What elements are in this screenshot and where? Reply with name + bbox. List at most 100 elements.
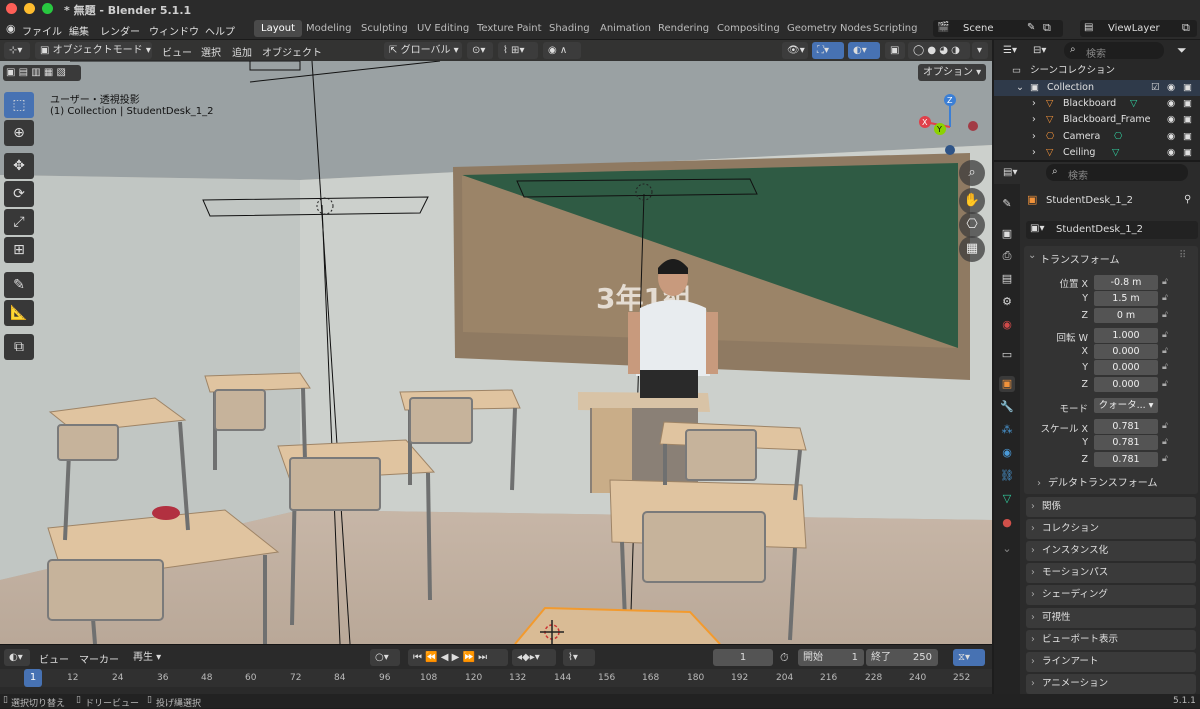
timeline-menu-view[interactable]: ビュー [39, 651, 69, 666]
location-z-field[interactable]: 0 m [1094, 308, 1158, 323]
pivot-button[interactable]: ⊙▾ [467, 42, 493, 59]
tab-layout[interactable]: Layout [254, 20, 302, 37]
rotate-tool-button[interactable]: ⟳ [4, 181, 34, 207]
orientation-selector[interactable]: ⇱ グローバル ▾ [384, 42, 462, 59]
tab-uv-editing[interactable]: UV Editing [410, 20, 476, 37]
view-layer-tab-icon[interactable]: ▤ [999, 271, 1015, 287]
menu-window[interactable]: ウィンドウ [149, 23, 199, 38]
outliner-item-blackboard-frame[interactable]: › ▽ Blackboard_Frame ◉ ▣ [994, 112, 1200, 128]
panel-viewport-display[interactable]: › ビューポート表示 [1026, 630, 1196, 650]
panel-line-art[interactable]: › ラインアート [1026, 652, 1196, 672]
eye-icon[interactable]: ◉ [1167, 145, 1175, 161]
render-tab-icon[interactable]: ▣ [999, 226, 1015, 242]
camera-render-icon[interactable]: ▣ [1183, 112, 1192, 128]
panel-motion-paths[interactable]: › モーションパス [1026, 563, 1196, 583]
material-tab-icon[interactable]: ● [999, 515, 1015, 531]
transform-tool-button[interactable]: ⊞ [4, 237, 34, 263]
camera-render-icon[interactable]: ▣ [1183, 145, 1192, 161]
menu-select[interactable]: 選択 [201, 44, 221, 59]
proportional-edit-button[interactable]: ◉ ∧ [543, 42, 581, 59]
filter-icon[interactable]: ⏷ [1177, 43, 1187, 58]
rotation-w-field[interactable]: 1.000 [1094, 328, 1158, 343]
expand-chevron-icon[interactable]: ⌄ [1016, 80, 1024, 96]
more-tabs-icon[interactable]: ⌄ [999, 541, 1015, 557]
blender-logo-icon[interactable]: ◉ [6, 22, 16, 35]
classroom-scene[interactable]: 3年1組 [0, 40, 992, 644]
close-window-button[interactable] [6, 3, 17, 14]
tab-modeling[interactable]: Modeling [299, 20, 359, 37]
scene-collection-row[interactable]: ▭ シーンコレクション [994, 63, 1200, 79]
tool-tab-icon[interactable]: ✎ [999, 196, 1015, 212]
menu-view[interactable]: ビュー [162, 44, 192, 59]
object-tab-icon[interactable]: ▣ [999, 376, 1015, 392]
location-y-field[interactable]: 1.5 m [1094, 291, 1158, 306]
scale-z-field[interactable]: 0.781 [1094, 452, 1158, 467]
eye-icon[interactable]: ◉ [1167, 96, 1175, 112]
camera-render-icon[interactable]: ▣ [1183, 96, 1192, 112]
tab-compositing[interactable]: Compositing [710, 20, 787, 37]
record-button[interactable]: ○▾ [370, 649, 400, 666]
shading-dropdown[interactable]: ▾ [972, 42, 988, 59]
navigation-gizmo[interactable]: Z X Y [915, 92, 985, 162]
expand-chevron-icon[interactable]: › [1032, 145, 1036, 161]
eye-icon[interactable]: ◉ [1167, 80, 1175, 96]
keyframe-controls[interactable]: ◂◆▸▾ [512, 649, 556, 666]
panel-shading[interactable]: › シェーディング [1026, 585, 1196, 605]
lock-icon[interactable]: 🔓︎ [1162, 330, 1168, 340]
overlay-button[interactable]: ◐▾ [848, 42, 880, 59]
delta-transform-subpanel[interactable]: › デルタトランスフォーム [1034, 475, 1194, 493]
tab-texture-paint[interactable]: Texture Paint [470, 20, 549, 37]
options-button[interactable]: オプション ▾ [918, 64, 986, 81]
menu-render[interactable]: レンダー [100, 23, 140, 38]
lock-icon[interactable]: 🔓︎ [1162, 346, 1168, 356]
scale-tool-button[interactable]: ⤢ [4, 209, 34, 235]
gizmo-button[interactable]: ⛶▾ [812, 42, 844, 59]
data-tab-icon[interactable]: ▽ [999, 491, 1015, 507]
select-tool-button[interactable]: ⬚ [4, 92, 34, 118]
rotation-x-field[interactable]: 0.000 [1094, 344, 1158, 359]
shading-modes[interactable]: ◯ ● ◕ ◑ [908, 42, 970, 59]
snap-timeline-button[interactable]: ⌇▾ [563, 649, 595, 666]
start-frame-field[interactable]: 開始 1 [798, 649, 864, 666]
maximize-window-button[interactable] [42, 3, 53, 14]
scene-selector[interactable]: 🎬 Scene ✎ ⧉ [933, 20, 1063, 37]
view-layer-selector[interactable]: ▤ ViewLayer ⧉ [1080, 20, 1197, 37]
scene-tab-icon[interactable]: ⚙ [999, 294, 1015, 310]
visibility-button[interactable]: 👁▾ [782, 42, 808, 59]
lock-icon[interactable]: 🔓︎ [1162, 277, 1168, 287]
properties-editor-type[interactable]: ▤▾ [998, 164, 1028, 181]
collection-row[interactable]: ⌄ ▣ Collection ☑ ◉ ▣ [994, 80, 1200, 96]
outliner-editor-type[interactable]: ☰▾ [998, 42, 1024, 59]
transport-controls[interactable]: ⏮ ⏪ ◀ ▶ ⏩ ⏭ [408, 649, 508, 666]
lock-icon[interactable]: 🔓︎ [1162, 454, 1168, 464]
new-view-layer-icon[interactable]: ⧉ [1182, 21, 1190, 35]
collection-tab-icon[interactable]: ▭ [999, 347, 1015, 363]
scale-y-field[interactable]: 0.781 [1094, 435, 1158, 450]
properties-search[interactable]: ⌕ 検索 [1046, 164, 1188, 182]
tab-scripting[interactable]: Scripting [866, 20, 924, 37]
current-frame-field[interactable]: 1 [713, 649, 773, 666]
tab-rendering[interactable]: Rendering [651, 20, 716, 37]
timeline-editor-type[interactable]: ◐▾ [4, 649, 30, 666]
menu-add[interactable]: 追加 [232, 44, 252, 59]
minimize-window-button[interactable] [24, 3, 35, 14]
menu-edit[interactable]: 編集 [69, 23, 89, 38]
tab-sculpting[interactable]: Sculpting [354, 20, 415, 37]
snap-button[interactable]: ⌇ ⊞▾ [498, 42, 538, 59]
3d-viewport[interactable]: 3年1組 ⊹▾ ▣ オブジェクトモード ▾ ビュー 選択 追加 オブジェクト ⇱… [0, 40, 992, 644]
outliner-item-ceiling[interactable]: › ▽ Ceiling ▽ ◉ ▣ [994, 145, 1200, 161]
new-scene-icon[interactable]: ⧉ [1043, 21, 1051, 35]
camera-render-icon[interactable]: ▣ [1183, 129, 1192, 145]
panel-collections[interactable]: › コレクション [1026, 519, 1196, 539]
location-x-field[interactable]: -0.8 m [1094, 275, 1158, 290]
expand-chevron-icon[interactable]: › [1032, 112, 1036, 128]
pin-icon[interactable]: ⚲ [1184, 194, 1191, 205]
lock-icon[interactable]: 🔓︎ [1162, 437, 1168, 447]
output-tab-icon[interactable]: ⎙ [999, 248, 1015, 264]
select-mode-buttons[interactable]: ▣ ▤ ▥ ▦ ▧ [3, 65, 81, 81]
physics-tab-icon[interactable]: ◉ [999, 445, 1015, 461]
scale-x-field[interactable]: 0.781 [1094, 419, 1158, 434]
rotation-y-field[interactable]: 0.000 [1094, 360, 1158, 375]
expand-chevron-icon[interactable]: ⌄ [1028, 250, 1036, 261]
outliner-item-camera[interactable]: › ⎔ Camera ⎔ ◉ ▣ [994, 129, 1200, 145]
